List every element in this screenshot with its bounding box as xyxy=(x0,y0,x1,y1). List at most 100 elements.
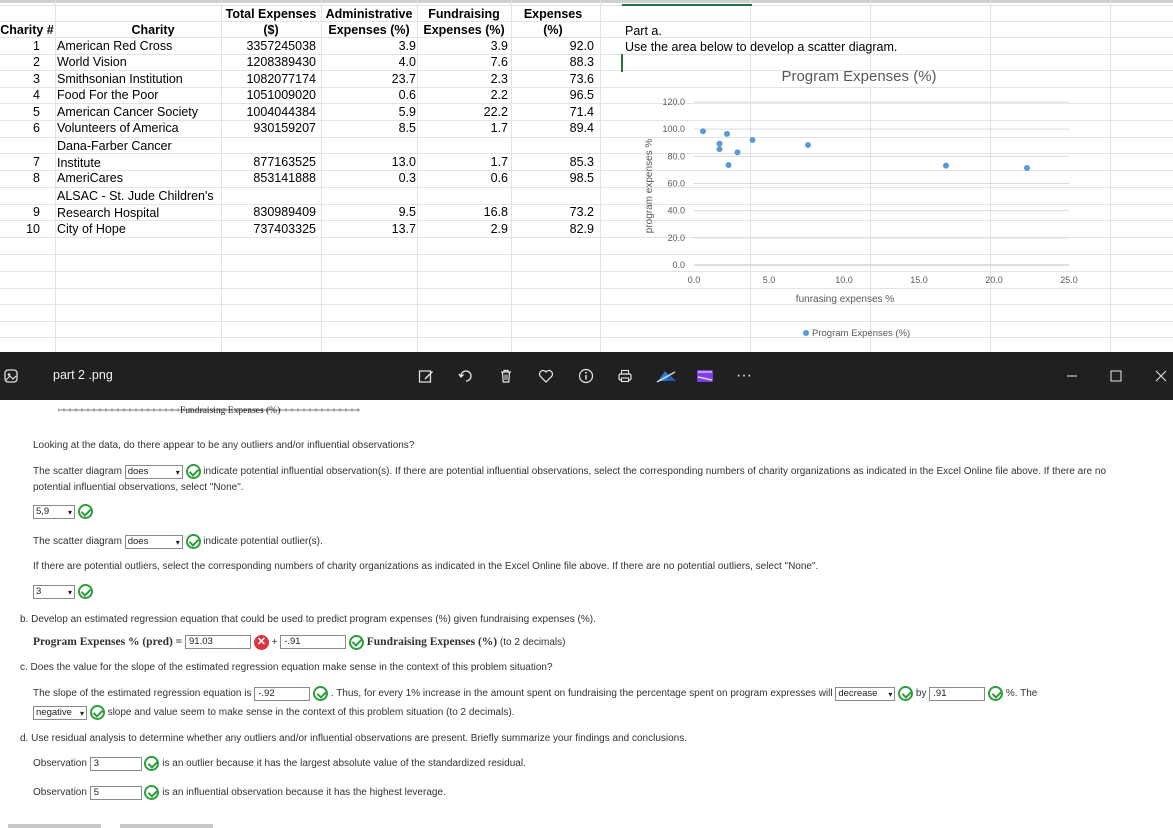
program-expenses-cell: 71.4 xyxy=(569,105,594,119)
total-expenses-cell: 830989409 xyxy=(253,205,316,219)
influential-question: The scatter diagram does ▾ indicate poten… xyxy=(33,464,1133,496)
outlier-answer-select[interactable]: 3 ▾ xyxy=(33,584,75,599)
total-expenses-cell: 877163525 xyxy=(253,155,316,169)
x-axis-label: funrasing expenses % xyxy=(796,294,895,305)
total-expenses-cell: 737403325 xyxy=(253,222,316,236)
question-panel: Fundraising Expenses (%) Looking at the … xyxy=(0,400,1173,828)
fund-expenses-cell: 1.7 xyxy=(490,121,508,135)
header-charity: Charity xyxy=(131,23,175,37)
spreadsheet: Charity # Charity Total Expenses ($) Adm… xyxy=(0,0,1173,352)
data-point xyxy=(734,149,741,156)
photos-app-icon[interactable] xyxy=(2,366,20,386)
correct-check-icon xyxy=(988,686,1004,701)
row-number: 7 xyxy=(33,155,40,169)
edit-image-icon[interactable] xyxy=(416,366,436,386)
maximize-icon[interactable] xyxy=(1106,366,1126,386)
program-expenses-cell: 89.4 xyxy=(569,121,594,135)
x-tick-label: 5.0 xyxy=(763,275,776,285)
influential-observation-input[interactable]: 5 xyxy=(89,785,142,800)
active-cell-border xyxy=(622,4,752,6)
outlier-answer-value: 3 xyxy=(36,585,42,597)
sign-select[interactable]: negative ▾ xyxy=(33,705,87,720)
y-tick-label: 0.0 xyxy=(672,260,685,270)
outlier-does-select[interactable]: does ▾ xyxy=(124,534,183,549)
scatter-chart[interactable]: Program Expenses (%) 0.0 20.0 40.0 60.0 80.0 1… xyxy=(622,56,1173,348)
slope-value-input[interactable]: -.92 xyxy=(254,686,311,701)
clipchamp-icon[interactable] xyxy=(694,366,716,386)
x-tick-label: 20.0 xyxy=(985,275,1003,285)
charity-name: City of Hope xyxy=(57,222,126,236)
more-options-icon[interactable]: ··· xyxy=(734,366,754,386)
part-a-label: Part a. xyxy=(625,24,662,38)
influential-answer-value: 5,9 xyxy=(36,505,50,517)
file-name: part 2 .png xyxy=(53,368,113,382)
admin-expenses-cell: 0.3 xyxy=(398,171,416,185)
data-point xyxy=(716,140,723,147)
influential-observation-row: Observation 5 is an influential observat… xyxy=(33,785,446,801)
row-number: 9 xyxy=(33,205,40,219)
correct-check-icon xyxy=(144,756,160,771)
fund-expenses-cell: 22.2 xyxy=(483,105,508,119)
correct-check-icon xyxy=(77,504,93,519)
intercept-input[interactable]: 91.03 xyxy=(185,635,252,650)
program-expenses-cell: 73.2 xyxy=(569,205,594,219)
charity-name: ALSAC - St. Jude Children's xyxy=(57,189,214,203)
total-expenses-cell: 3357245038 xyxy=(246,39,316,53)
header-admin-line1: Administrative xyxy=(325,7,413,21)
slope-input[interactable]: -.91 xyxy=(280,635,347,650)
admin-expenses-cell: 23.7 xyxy=(391,72,416,86)
charity-name: Dana-Farber Cancer xyxy=(57,139,172,153)
print-icon[interactable] xyxy=(615,366,635,386)
y-tick-label: 100.0 xyxy=(662,124,685,134)
influential-does-select[interactable]: does ▾ xyxy=(124,464,183,479)
header-charity-num: Charity # xyxy=(0,23,54,37)
amount-input[interactable]: .91 xyxy=(929,686,986,701)
data-point xyxy=(716,146,723,153)
regression-equation-row: Program Expenses % (pred) = 91.03 ✕ + -.… xyxy=(33,634,565,651)
direction-value: decrease xyxy=(838,687,878,699)
row-number: 2 xyxy=(33,55,40,69)
charity-name: Research Hospital xyxy=(57,206,160,220)
admin-expenses-cell: 13.0 xyxy=(391,155,416,169)
y-tick-label: 80.0 xyxy=(667,151,685,161)
total-expenses-cell: 1082077174 xyxy=(246,72,316,86)
y-tick-label: 40.0 xyxy=(667,206,685,216)
influential-answer-select[interactable]: 5,9 ▾ xyxy=(33,504,75,519)
close-icon[interactable] xyxy=(1151,366,1171,386)
minimize-icon[interactable] xyxy=(1062,366,1082,386)
data-point xyxy=(700,128,706,135)
direction-select[interactable]: decrease ▾ xyxy=(835,686,896,701)
chevron-down-icon: ▾ xyxy=(67,587,72,597)
legend-marker xyxy=(803,330,809,336)
delete-icon[interactable] xyxy=(496,366,516,386)
correct-check-icon xyxy=(348,634,364,650)
fund-expenses-cell: 2.9 xyxy=(490,222,508,236)
charity-name: AmeriCares xyxy=(57,171,123,185)
info-icon[interactable] xyxy=(576,366,596,386)
header-fund-line1: Fundraising xyxy=(428,7,500,21)
outlier-observation-input[interactable]: 3 xyxy=(89,756,142,771)
outlier-instruction: If there are potential outliers, select … xyxy=(33,561,819,572)
decimals-note: (to 2 decimals) xyxy=(499,637,566,648)
legend-label: Program Expenses (%) xyxy=(812,328,910,339)
percent-the-text: %. The xyxy=(1005,688,1038,700)
influential-answer-row: 5,9 ▾ xyxy=(33,504,93,519)
favorite-heart-icon[interactable] xyxy=(536,366,556,386)
chevron-down-icon: ▾ xyxy=(175,467,180,477)
admin-expenses-cell: 4.0 xyxy=(398,55,416,69)
data-point xyxy=(1024,165,1030,172)
fund-expenses-cell: 1.7 xyxy=(490,155,508,169)
total-expenses-cell: 853141888 xyxy=(253,171,316,185)
correct-check-icon xyxy=(77,584,93,599)
outlier-answer-row: 3 ▾ xyxy=(33,584,93,599)
row-number: 10 xyxy=(26,222,40,236)
rotate-icon[interactable] xyxy=(456,366,476,386)
by-text: by xyxy=(915,688,927,700)
slope-end-text: slope and value seem to make sense in th… xyxy=(107,707,515,719)
data-point xyxy=(724,130,730,137)
header-fund-line2: Expenses (%) xyxy=(423,23,505,37)
header-admin-line2: Expenses (%) xyxy=(328,23,410,37)
header-prog-line1: Expenses xyxy=(523,7,583,21)
onedrive-icon[interactable] xyxy=(654,366,678,386)
correct-check-icon xyxy=(313,686,329,701)
